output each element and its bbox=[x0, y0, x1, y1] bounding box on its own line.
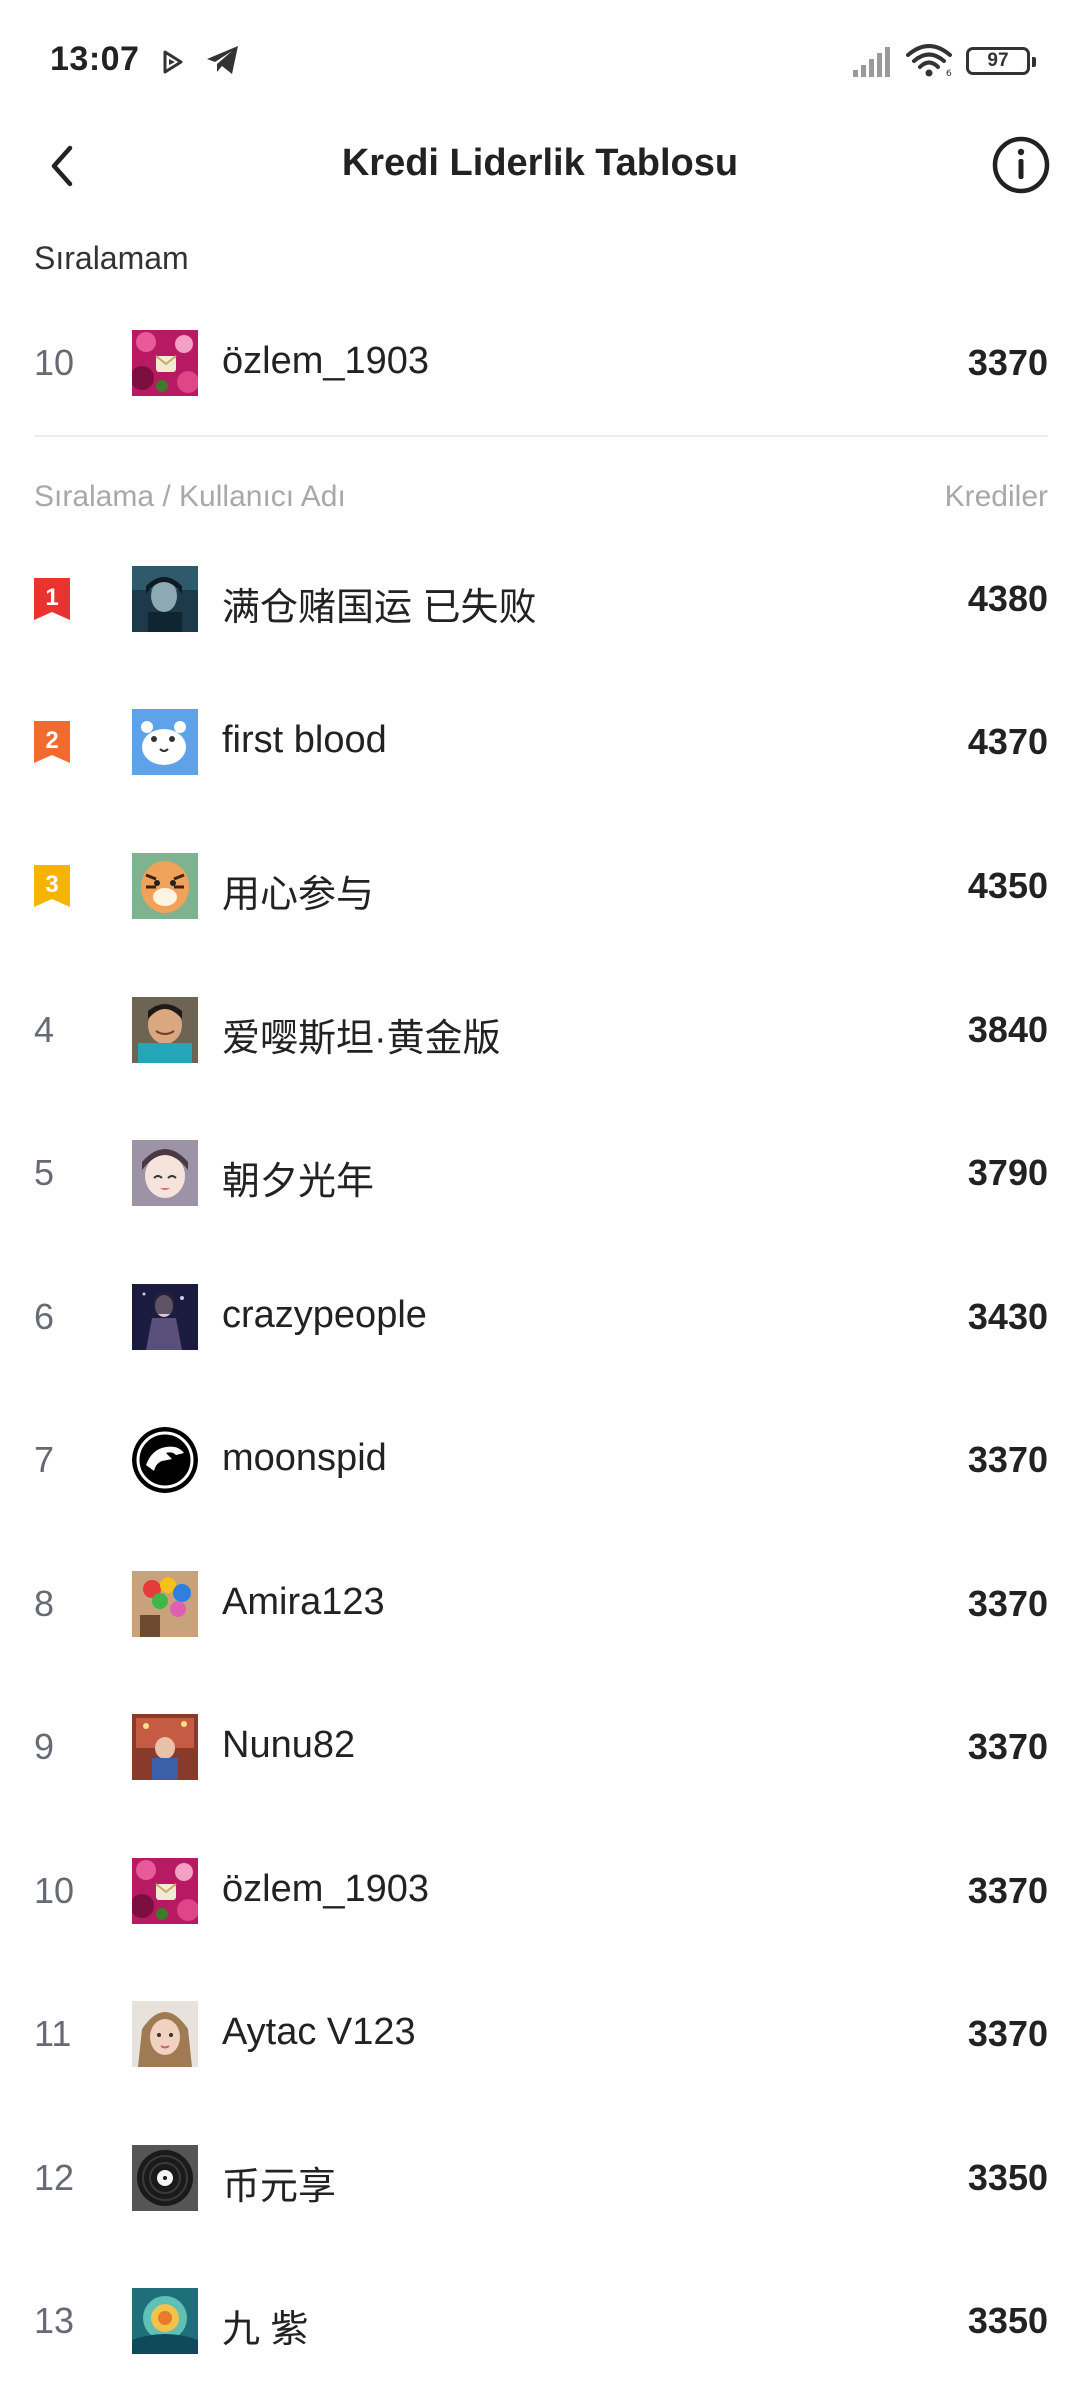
leaderboard-credits: 3790 bbox=[967, 1152, 1048, 1193]
avatar bbox=[132, 1284, 198, 1350]
avatar bbox=[132, 2001, 198, 2067]
leaderboard-rank: 11 bbox=[34, 2013, 72, 2054]
leaderboard-credits: 3370 bbox=[967, 1870, 1048, 1911]
rank-badge-label: 3 bbox=[45, 871, 58, 898]
my-rank-label: Sıralamam bbox=[34, 240, 189, 276]
leaderboard-rank: 12 bbox=[34, 2157, 75, 2198]
avatar bbox=[132, 853, 198, 919]
page-title: Kredi Liderlik Tablosu bbox=[341, 142, 739, 184]
leaderboard-username: 爱嘤斯坦·黄金版 bbox=[222, 1018, 501, 1060]
leaderboard-rank: 13 bbox=[34, 2300, 75, 2341]
svg-text:6: 6 bbox=[946, 69, 952, 78]
leaderboard-rank: 7 bbox=[34, 1439, 55, 1480]
battery-level: 97 bbox=[987, 50, 1009, 71]
wifi-icon: 6 bbox=[906, 44, 952, 78]
leaderboard-username: özlem_1903 bbox=[222, 1868, 430, 1910]
leaderboard-rank: 4 bbox=[34, 1009, 55, 1050]
leaderboard-row[interactable]: 2 first blood 4370 bbox=[0, 693, 1080, 793]
leaderboard-row[interactable]: 4 爱嘤斯坦·黄金版 3840 bbox=[0, 981, 1080, 1081]
avatar bbox=[132, 1140, 198, 1206]
leaderboard-username: 九 紫 bbox=[222, 2309, 309, 2351]
leaderboard-username: 币元享 bbox=[222, 2166, 337, 2208]
avatar bbox=[132, 1427, 198, 1493]
avatar bbox=[132, 2288, 198, 2354]
header: Kredi Liderlik Tablosu bbox=[0, 120, 1080, 212]
leaderboard-credits: 3370 bbox=[967, 1583, 1048, 1624]
leaderboard-row[interactable]: 11 Aytac V123 3370 bbox=[0, 1985, 1080, 2085]
avatar bbox=[132, 2145, 198, 2211]
leaderboard-row[interactable]: 1 满仓赌国运 已失败 4380 bbox=[0, 550, 1080, 650]
leaderboard-rank: 8 bbox=[34, 1583, 55, 1624]
signal-icon bbox=[853, 47, 890, 77]
leaderboard-row[interactable]: 13 九 紫 3350 bbox=[0, 2272, 1080, 2372]
leaderboard-credits: 3370 bbox=[967, 1439, 1048, 1480]
status-bar: 13:07 6 97 bbox=[0, 0, 1080, 130]
leaderboard-row[interactable]: 12 币元享 3350 bbox=[0, 2129, 1080, 2229]
leaderboard-username: Nunu82 bbox=[222, 1724, 356, 1766]
leaderboard-username: 满仓赌国运 已失败 bbox=[222, 587, 537, 629]
leaderboard-credits: 3370 bbox=[967, 1726, 1048, 1767]
leaderboard-username: 朝夕光年 bbox=[222, 1161, 375, 1203]
avatar bbox=[132, 997, 198, 1063]
my-rank-username: özlem_1903 bbox=[222, 340, 430, 382]
rank-badge-icon: 3 bbox=[34, 865, 70, 907]
leaderboard-rank: 9 bbox=[34, 1726, 55, 1767]
leaderboard-row[interactable]: 8 Amira123 3370 bbox=[0, 1555, 1080, 1655]
rank-badge-label: 1 bbox=[45, 584, 58, 611]
leaderboard-credits: 4380 bbox=[967, 578, 1048, 619]
my-rank-row[interactable]: 10 özlem_1903 3370 bbox=[0, 314, 1080, 414]
divider bbox=[34, 435, 1048, 437]
avatar bbox=[132, 709, 198, 775]
leaderboard-credits: 3350 bbox=[967, 2300, 1048, 2341]
leaderboard-row[interactable]: 7 moonspid 3370 bbox=[0, 1411, 1080, 1511]
leaderboard-rank: 10 bbox=[34, 1870, 75, 1911]
avatar bbox=[132, 1571, 198, 1637]
leaderboard-credits: 3840 bbox=[967, 1009, 1048, 1050]
leaderboard-rank: 5 bbox=[34, 1152, 55, 1193]
list-header-credits: Krediler bbox=[944, 480, 1048, 513]
leaderboard-credits: 3350 bbox=[967, 2157, 1048, 2198]
leaderboard-username: moonspid bbox=[222, 1437, 387, 1479]
leaderboard-credits: 4370 bbox=[967, 721, 1048, 762]
leaderboard-username: 用心参与 bbox=[222, 874, 375, 916]
leaderboard-row[interactable]: 9 Nunu82 3370 bbox=[0, 1698, 1080, 1798]
leaderboard-row[interactable]: 3 用心参与 4350 bbox=[0, 837, 1080, 937]
avatar bbox=[132, 566, 198, 632]
avatar bbox=[132, 1858, 198, 1924]
leaderboard-row[interactable]: 10 özlem_1903 3370 bbox=[0, 1842, 1080, 1942]
rank-badge-icon: 2 bbox=[34, 721, 70, 763]
avatar bbox=[132, 1714, 198, 1780]
battery-icon: 97 bbox=[966, 47, 1036, 75]
rank-badge-icon: 1 bbox=[34, 578, 70, 620]
leaderboard-username: Amira123 bbox=[222, 1581, 385, 1623]
list-header-rank-username: Sıralama / Kullanıcı Adı bbox=[34, 480, 346, 513]
telegram-icon bbox=[207, 46, 238, 74]
leaderboard-credits: 4350 bbox=[967, 865, 1048, 906]
my-rank-number: 10 bbox=[34, 342, 75, 383]
avatar bbox=[132, 330, 198, 396]
play-icon bbox=[163, 50, 183, 74]
leaderboard-username: crazypeople bbox=[222, 1294, 427, 1336]
leaderboard-credits: 3370 bbox=[967, 2013, 1048, 2054]
leaderboard-row[interactable]: 5 朝夕光年 3790 bbox=[0, 1124, 1080, 1224]
rank-badge-label: 2 bbox=[45, 727, 58, 754]
leaderboard-credits: 3430 bbox=[967, 1296, 1048, 1337]
leaderboard-row[interactable]: 6 crazypeople 3430 bbox=[0, 1268, 1080, 1368]
leaderboard-username: Aytac V123 bbox=[222, 2011, 416, 2053]
leaderboard-rank: 6 bbox=[34, 1296, 55, 1337]
info-icon[interactable] bbox=[990, 134, 1052, 196]
leaderboard-username: first blood bbox=[222, 719, 387, 761]
my-rank-credits: 3370 bbox=[967, 342, 1048, 383]
status-time: 13:07 bbox=[50, 40, 140, 78]
